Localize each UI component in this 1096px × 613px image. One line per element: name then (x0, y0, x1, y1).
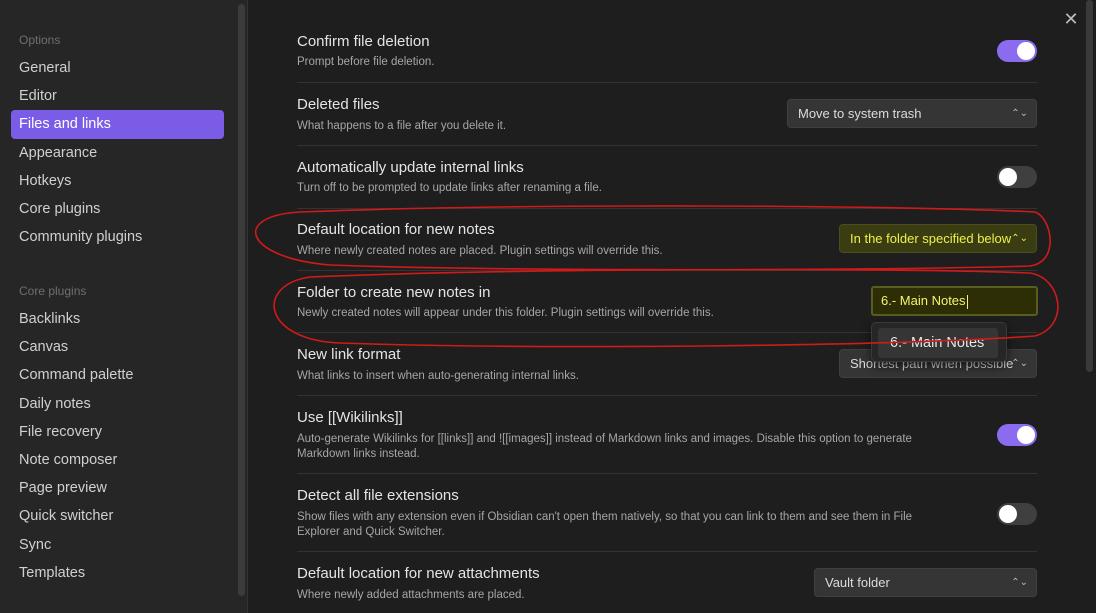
setting-description: Where newly added attachments are placed… (297, 589, 525, 601)
sidebar-item-templates[interactable]: Templates (0, 559, 224, 587)
folder-suggestion-popup: 6.- Main Notes (871, 322, 1007, 362)
sidebar-item-file-recovery[interactable]: File recovery (0, 418, 224, 446)
sidebar-item-daily-notes[interactable]: Daily notes (0, 390, 224, 418)
confirm-deletion-toggle[interactable] (997, 40, 1037, 62)
detect-extensions-toggle[interactable] (997, 503, 1037, 525)
sidebar-item-note-composer[interactable]: Note composer (0, 446, 224, 474)
sidebar-item-core-plugins[interactable]: Core plugins (0, 195, 224, 223)
toggle-knob (999, 168, 1017, 186)
sidebar-item-general[interactable]: General (0, 54, 224, 82)
sidebar-item-backlinks[interactable]: Backlinks (0, 305, 224, 333)
chevron-updown-icon: ⌃⌄ (1011, 358, 1028, 369)
setting-name: Automatically update internal links (297, 159, 524, 176)
dropdown-value: Vault folder (825, 575, 890, 590)
sidebar-item-quick-switcher[interactable]: Quick switcher (0, 502, 224, 530)
content-scrollbar[interactable] (1086, 0, 1093, 372)
new-notes-folder-input[interactable]: 6.- Main Notes (871, 286, 1038, 316)
setting-name: Detect all file extensions (297, 487, 459, 504)
setting-name: Confirm file deletion (297, 33, 430, 50)
setting-attachments-location: Default location for new attachments Whe… (297, 551, 1037, 613)
sidebar-item-appearance[interactable]: Appearance (0, 139, 224, 167)
close-icon[interactable]: ✕ (1062, 10, 1080, 28)
settings-content: ✕ Confirm file deletion Prompt before fi… (249, 0, 1096, 613)
dropdown-value: Move to system trash (798, 106, 922, 121)
toggle-knob (1017, 42, 1035, 60)
setting-description: Turn off to be prompted to update links … (297, 182, 602, 194)
setting-description: Newly created notes will appear under th… (297, 307, 714, 319)
setting-description: Show files with any extension even if Ob… (297, 511, 913, 538)
sidebar-item-editor[interactable]: Editor (0, 82, 224, 110)
toggle-knob (1017, 426, 1035, 444)
chevron-updown-icon: ⌃⌄ (1011, 577, 1028, 588)
sidebar-item-page-preview[interactable]: Page preview (0, 474, 224, 502)
input-value: 6.- Main Notes (881, 293, 966, 308)
setting-name: Default location for new notes (297, 221, 495, 238)
sidebar-item-files-and-links[interactable]: Files and links (11, 110, 224, 139)
setting-description: What happens to a file after you delete … (297, 120, 507, 132)
auto-update-links-toggle[interactable] (997, 166, 1037, 188)
setting-description: Where newly created notes are placed. Pl… (297, 245, 663, 257)
attachments-location-dropdown[interactable]: Vault folder ⌃⌄ (814, 568, 1037, 597)
options-heading: Options (19, 33, 61, 47)
chevron-updown-icon: ⌃⌄ (1011, 233, 1028, 244)
folder-suggestion-item[interactable]: 6.- Main Notes (878, 328, 998, 358)
setting-detect-extensions: Detect all file extensions Show files wi… (297, 473, 1037, 551)
toggle-knob (999, 505, 1017, 523)
dropdown-value: In the folder specified below (850, 231, 1012, 246)
sidebar-item-command-palette[interactable]: Command palette (0, 361, 224, 389)
wikilinks-toggle[interactable] (997, 424, 1037, 446)
setting-name: Folder to create new notes in (297, 284, 491, 301)
setting-deleted-files: Deleted files What happens to a file aft… (297, 82, 1037, 145)
core-plugins-heading: Core plugins (19, 284, 87, 298)
text-caret (966, 294, 968, 309)
setting-use-wikilinks: Use [[Wikilinks]] Auto-generate Wikilink… (297, 395, 1037, 473)
setting-confirm-file-deletion: Confirm file deletion Prompt before file… (297, 20, 1037, 82)
core-plugins-group: Core plugins Backlinks Canvas Command pa… (0, 277, 236, 587)
sidebar-item-sync[interactable]: Sync (0, 531, 224, 559)
setting-name: Deleted files (297, 96, 380, 113)
setting-default-location-notes: Default location for new notes Where new… (297, 208, 1037, 270)
setting-name: Use [[Wikilinks]] (297, 409, 403, 426)
deleted-files-dropdown[interactable]: Move to system trash ⌃⌄ (787, 99, 1037, 128)
sidebar-scrollbar[interactable] (238, 4, 245, 596)
settings-sidebar: Options General Editor Files and links A… (0, 0, 248, 613)
chevron-updown-icon: ⌃⌄ (1011, 108, 1028, 119)
sidebar-item-community-plugins[interactable]: Community plugins (0, 223, 224, 251)
setting-description: What links to insert when auto-generatin… (297, 370, 579, 382)
sidebar-item-canvas[interactable]: Canvas (0, 333, 224, 361)
setting-name: New link format (297, 346, 401, 363)
setting-description: Prompt before file deletion. (297, 56, 435, 68)
default-location-dropdown[interactable]: In the folder specified below ⌃⌄ (839, 224, 1037, 253)
options-group: Options General Editor Files and links A… (0, 26, 236, 251)
setting-description: Auto-generate Wikilinks for [[links]] an… (297, 433, 912, 460)
setting-auto-update-links: Automatically update internal links Turn… (297, 145, 1037, 208)
setting-name: Default location for new attachments (297, 565, 540, 582)
sidebar-item-hotkeys[interactable]: Hotkeys (0, 167, 224, 195)
